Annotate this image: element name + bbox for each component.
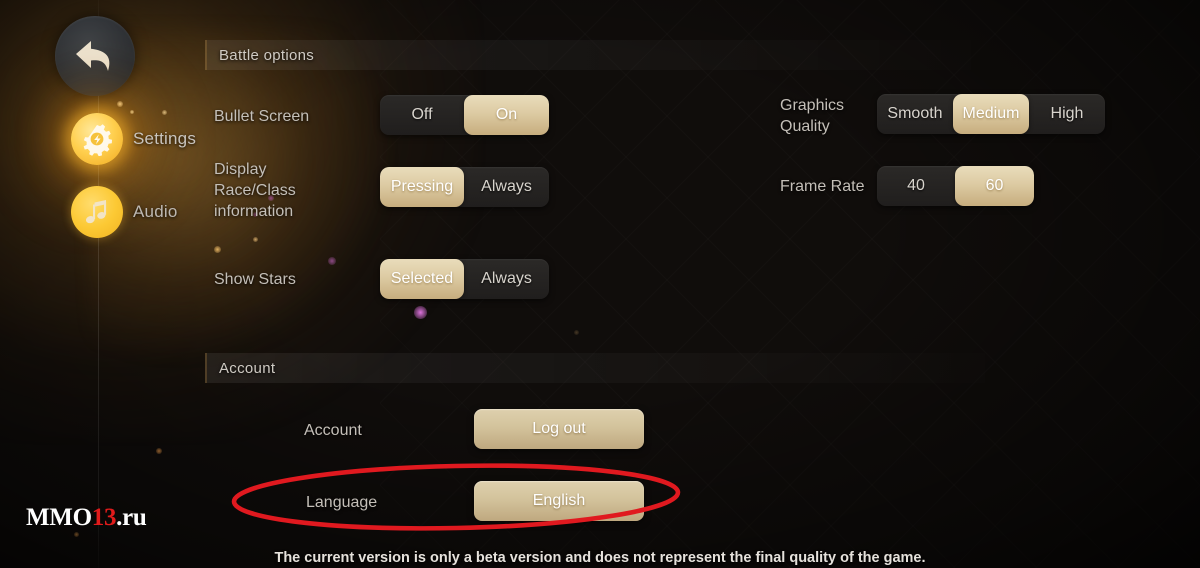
toggle-option-selected[interactable]: Selected bbox=[380, 259, 464, 299]
toggle-option-40[interactable]: 40 bbox=[877, 166, 955, 206]
toggle-option-smooth[interactable]: Smooth bbox=[877, 94, 953, 134]
watermark-part-1: MMO bbox=[26, 504, 92, 531]
sidebar-item-audio[interactable]: Audio bbox=[71, 186, 177, 238]
toggle-option-always[interactable]: Always bbox=[464, 259, 549, 299]
row-label-language: Language bbox=[306, 494, 378, 511]
toggle-option-always[interactable]: Always bbox=[464, 167, 549, 207]
log-out-button[interactable]: Log out bbox=[474, 409, 644, 449]
row-label-line-1: Display bbox=[214, 161, 267, 178]
sidebar-item-label-settings: Settings bbox=[133, 129, 197, 148]
music-note-icon bbox=[71, 186, 123, 238]
row-label-line-2: Quality bbox=[780, 118, 830, 135]
sidebar-item-settings[interactable]: Settings bbox=[71, 113, 196, 165]
back-arrow-icon bbox=[76, 41, 110, 71]
row-label-show-stars: Show Stars bbox=[214, 271, 296, 288]
toggle-frame-rate[interactable]: 40 60 bbox=[877, 166, 1034, 206]
toggle-option-on[interactable]: On bbox=[464, 95, 549, 135]
toggle-option-off[interactable]: Off bbox=[380, 95, 464, 135]
toggle-graphics-quality[interactable]: Smooth Medium High bbox=[877, 94, 1105, 134]
toggle-bullet-screen[interactable]: Off On bbox=[380, 95, 549, 135]
watermark: MMO13.ru bbox=[26, 504, 147, 532]
toggle-show-stars[interactable]: Selected Always bbox=[380, 259, 549, 299]
row-label-display-race-class: Display Race/Class information bbox=[214, 159, 374, 222]
section-header-account: Account bbox=[205, 353, 985, 383]
row-label-account: Account bbox=[304, 422, 362, 439]
row-label-line-2: Race/Class bbox=[214, 182, 296, 199]
section-header-label: Battle options bbox=[219, 46, 315, 64]
section-header-battle-options: Battle options bbox=[205, 40, 971, 70]
gear-icon bbox=[71, 113, 123, 165]
settings-screen: Settings Audio Battle options Bullet Scr… bbox=[0, 0, 1200, 568]
section-header-label: Account bbox=[219, 359, 276, 377]
row-label-line-3: information bbox=[214, 203, 294, 220]
toggle-option-high[interactable]: High bbox=[1029, 94, 1105, 134]
toggle-option-pressing[interactable]: Pressing bbox=[380, 167, 464, 207]
watermark-part-2: 13 bbox=[91, 504, 117, 531]
back-button[interactable] bbox=[55, 16, 135, 96]
toggle-display-race-class[interactable]: Pressing Always bbox=[380, 167, 549, 207]
beta-version-note: The current version is only a beta versi… bbox=[274, 550, 926, 566]
watermark-part-3: .ru bbox=[116, 504, 147, 531]
toggle-option-60[interactable]: 60 bbox=[955, 166, 1034, 206]
row-label-graphics-quality: Graphics Quality bbox=[700, 95, 852, 137]
toggle-option-medium[interactable]: Medium bbox=[953, 94, 1029, 134]
sidebar-item-label-audio: Audio bbox=[133, 202, 178, 221]
language-button[interactable]: English bbox=[474, 481, 644, 521]
row-label-bullet-screen: Bullet Screen bbox=[214, 108, 310, 125]
row-label-line-1: Graphics bbox=[780, 97, 845, 114]
